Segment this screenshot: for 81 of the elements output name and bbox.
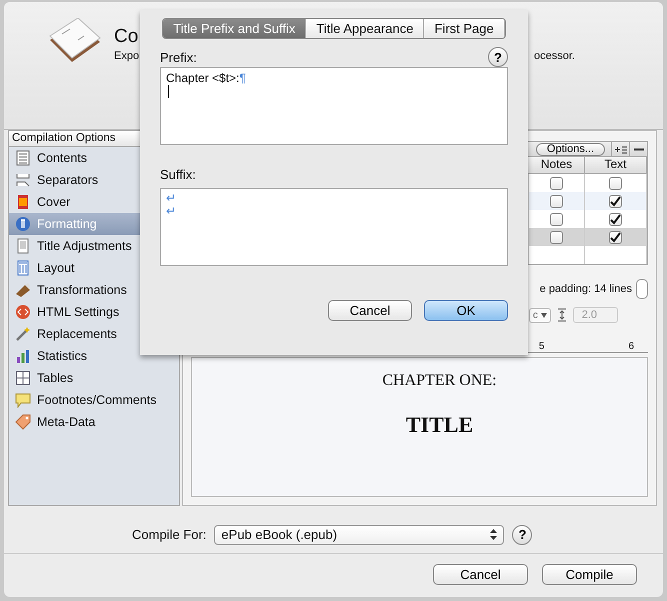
- compile-for-label: Compile For:: [132, 527, 206, 542]
- help-button[interactable]: ?: [488, 47, 508, 67]
- checkbox[interactable]: [609, 230, 622, 244]
- sidebar-item[interactable]: Tables: [9, 367, 179, 389]
- code-icon: [15, 304, 31, 320]
- sidebar-item-label: Cover: [37, 195, 70, 209]
- column-header[interactable]: Notes: [529, 157, 585, 174]
- up-down-arrows-icon: [490, 529, 498, 540]
- bar-chart-icon: [15, 348, 31, 364]
- sidebar-item[interactable]: Meta-Data: [9, 411, 179, 433]
- sidebar-item-label: Replacements: [37, 327, 117, 341]
- sidebar-item-label: Title Adjustments: [37, 239, 132, 253]
- separator-icon: [15, 172, 31, 188]
- suffix-label: Suffix:: [160, 167, 196, 182]
- table-icon: [15, 370, 31, 386]
- table-cell[interactable]: [529, 192, 585, 210]
- subtitle-text: ocessor.: [534, 50, 575, 62]
- page-icon: [15, 238, 31, 254]
- chapter-heading: CHAPTER ONE:: [382, 372, 497, 390]
- plus-lines-icon: [614, 144, 628, 154]
- list-icon: [15, 150, 31, 166]
- sidebar-item-label: Tables: [37, 371, 74, 385]
- return-mark: ↵: [166, 192, 177, 205]
- tag-icon: [15, 414, 31, 430]
- dialog-button[interactable]: Compile: [542, 564, 637, 585]
- suffix-field[interactable]: ↵ ↵: [160, 188, 508, 266]
- prefix-label: Prefix:: [160, 50, 197, 64]
- pilcrow-icon: [15, 216, 31, 232]
- checkbox[interactable]: [550, 176, 563, 190]
- tab[interactable]: Title Prefix and Suffix: [163, 19, 306, 38]
- checkbox[interactable]: [550, 212, 563, 226]
- help-button[interactable]: ?: [512, 524, 532, 544]
- sidebar-item-label: HTML Settings: [37, 305, 120, 319]
- line-spacing-icon: [556, 308, 567, 322]
- wand-icon: [15, 326, 31, 342]
- sidebar-item-label: Statistics: [37, 349, 88, 363]
- sheet-button[interactable]: Cancel: [328, 300, 412, 321]
- window-title: Co: [114, 26, 138, 48]
- subtitle-text: Expo: [114, 50, 140, 62]
- sidebar-item-label: Transformations: [37, 283, 127, 297]
- checkbox[interactable]: [609, 212, 622, 226]
- comment-icon: [15, 392, 31, 408]
- sidebar-item-label: Footnotes/Comments: [37, 393, 156, 407]
- checkbox[interactable]: [609, 176, 622, 190]
- layout-icon: [15, 260, 31, 276]
- sidebar-item-label: Formatting: [37, 217, 97, 231]
- sheet-button[interactable]: OK: [424, 300, 508, 321]
- sidebar-item[interactable]: Statistics: [9, 345, 179, 367]
- sidebar-item[interactable]: Replacements: [9, 323, 179, 345]
- minus-icon: [634, 148, 644, 150]
- book-cover-icon: [15, 194, 31, 210]
- checkbox[interactable]: [609, 194, 622, 208]
- checkbox[interactable]: [550, 194, 563, 208]
- chapter-title: TITLE: [406, 412, 474, 438]
- sidebar-item[interactable]: Footnotes/Comments: [9, 389, 179, 411]
- sidebar-item-label: Layout: [37, 261, 75, 275]
- prefix-text: Chapter <$t>:: [166, 71, 240, 85]
- padding-label: e padding: 14 lines: [540, 283, 632, 295]
- manuscript-icon: [48, 18, 102, 64]
- tab[interactable]: Title Appearance: [306, 19, 424, 38]
- sidebar-item-label: Contents: [37, 151, 88, 165]
- dialog-button[interactable]: Cancel: [433, 564, 528, 585]
- sidebar-item-label: Meta-Data: [37, 415, 96, 429]
- ruler-label: 5: [538, 341, 544, 352]
- sidebar-item-label: Separators: [37, 173, 98, 187]
- sidebar-item[interactable]: Contents: [9, 147, 179, 169]
- table-cell[interactable]: [529, 228, 585, 246]
- column-header[interactable]: Text: [585, 157, 647, 174]
- caret-icon: [540, 312, 547, 318]
- checkbox[interactable]: [550, 230, 563, 244]
- ruler-label: 6: [628, 341, 634, 352]
- pilcrow-mark: ¶: [239, 71, 246, 85]
- sidebar-item[interactable]: Transformations: [9, 279, 179, 301]
- options-button[interactable]: Options...: [536, 142, 605, 156]
- stepper[interactable]: [636, 279, 648, 299]
- format-select[interactable]: ePub eBook (.epub): [214, 524, 504, 544]
- tab[interactable]: First Page: [424, 19, 505, 38]
- style-popup[interactable]: c: [528, 308, 551, 322]
- prefix-field[interactable]: Chapter <$t>:¶: [160, 67, 508, 145]
- sidebar-item[interactable]: HTML Settings: [9, 301, 179, 323]
- chocolate-icon: [15, 282, 31, 298]
